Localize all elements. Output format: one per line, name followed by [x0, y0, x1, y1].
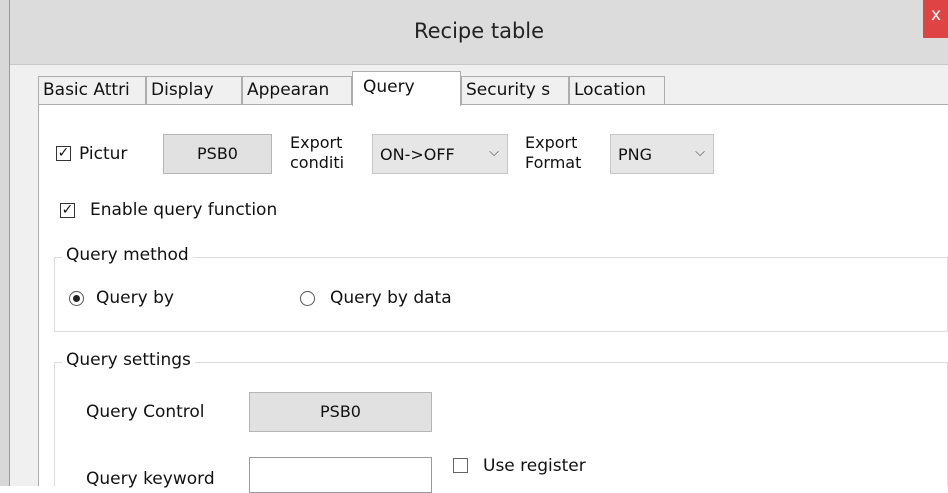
tab-label: Display: [151, 80, 214, 100]
picture-address-button[interactable]: PSB0: [163, 134, 272, 174]
query-keyword-input[interactable]: [249, 457, 432, 493]
checkmark-icon: ✓: [61, 202, 74, 218]
chevron-down-icon: ⌵: [695, 145, 705, 160]
tab-label: Basic Attri: [43, 80, 130, 100]
checkmark-icon: ✓: [57, 145, 70, 161]
query-method-group: [54, 257, 948, 332]
query-by-data-radio[interactable]: [300, 291, 315, 306]
picture-checkbox[interactable]: ✓: [56, 146, 71, 161]
tab-display[interactable]: Display: [146, 76, 242, 104]
export-condition-value: ON->OFF: [380, 145, 455, 164]
query-control-button[interactable]: PSB0: [249, 392, 432, 432]
query-method-title: Query method: [62, 245, 193, 265]
window-title: Recipe table: [413, 19, 545, 43]
query-by-label: Query by: [96, 288, 174, 308]
tab-location[interactable]: Location: [569, 76, 665, 104]
use-register-checkbox[interactable]: [453, 458, 468, 473]
tab-query[interactable]: Query: [352, 71, 461, 106]
export-format-label-line1: Export: [525, 133, 578, 152]
tab-security-settings[interactable]: Security s: [461, 76, 569, 104]
use-register-label: Use register: [483, 456, 586, 476]
export-condition-label-line1: Export: [290, 133, 343, 152]
export-condition-label-line2: conditi: [290, 153, 345, 172]
title-bar: Recipe table: [10, 0, 948, 65]
query-settings-title: Query settings: [62, 350, 195, 370]
tab-label: Appearan: [247, 80, 330, 100]
tab-label: Security s: [466, 80, 551, 100]
chevron-down-icon: ⌵: [489, 145, 499, 160]
query-control-label: Query Control: [86, 402, 205, 422]
picture-label: Pictur: [79, 144, 128, 164]
enable-query-checkbox[interactable]: ✓: [60, 203, 75, 218]
query-by-data-label: Query by data: [330, 288, 452, 308]
tab-label: Query: [363, 77, 415, 97]
export-format-value: PNG: [618, 145, 653, 164]
export-format-label-line2: Format: [525, 153, 582, 172]
export-format-select[interactable]: PNG ⌵: [610, 134, 714, 174]
window-left-edge: [0, 0, 10, 486]
tab-label: Location: [574, 80, 646, 100]
tab-basic-attributes[interactable]: Basic Attri: [38, 76, 146, 104]
query-keyword-label: Query keyword: [86, 469, 215, 489]
tab-appearance[interactable]: Appearan: [242, 76, 352, 104]
close-icon: x: [931, 5, 942, 25]
export-format-label: Export Format: [525, 133, 581, 173]
enable-query-label: Enable query function: [90, 200, 278, 220]
query-by-radio[interactable]: [69, 291, 84, 306]
export-condition-label: Export conditi: [290, 133, 344, 173]
export-condition-select[interactable]: ON->OFF ⌵: [372, 134, 508, 174]
close-button[interactable]: x: [923, 0, 948, 38]
